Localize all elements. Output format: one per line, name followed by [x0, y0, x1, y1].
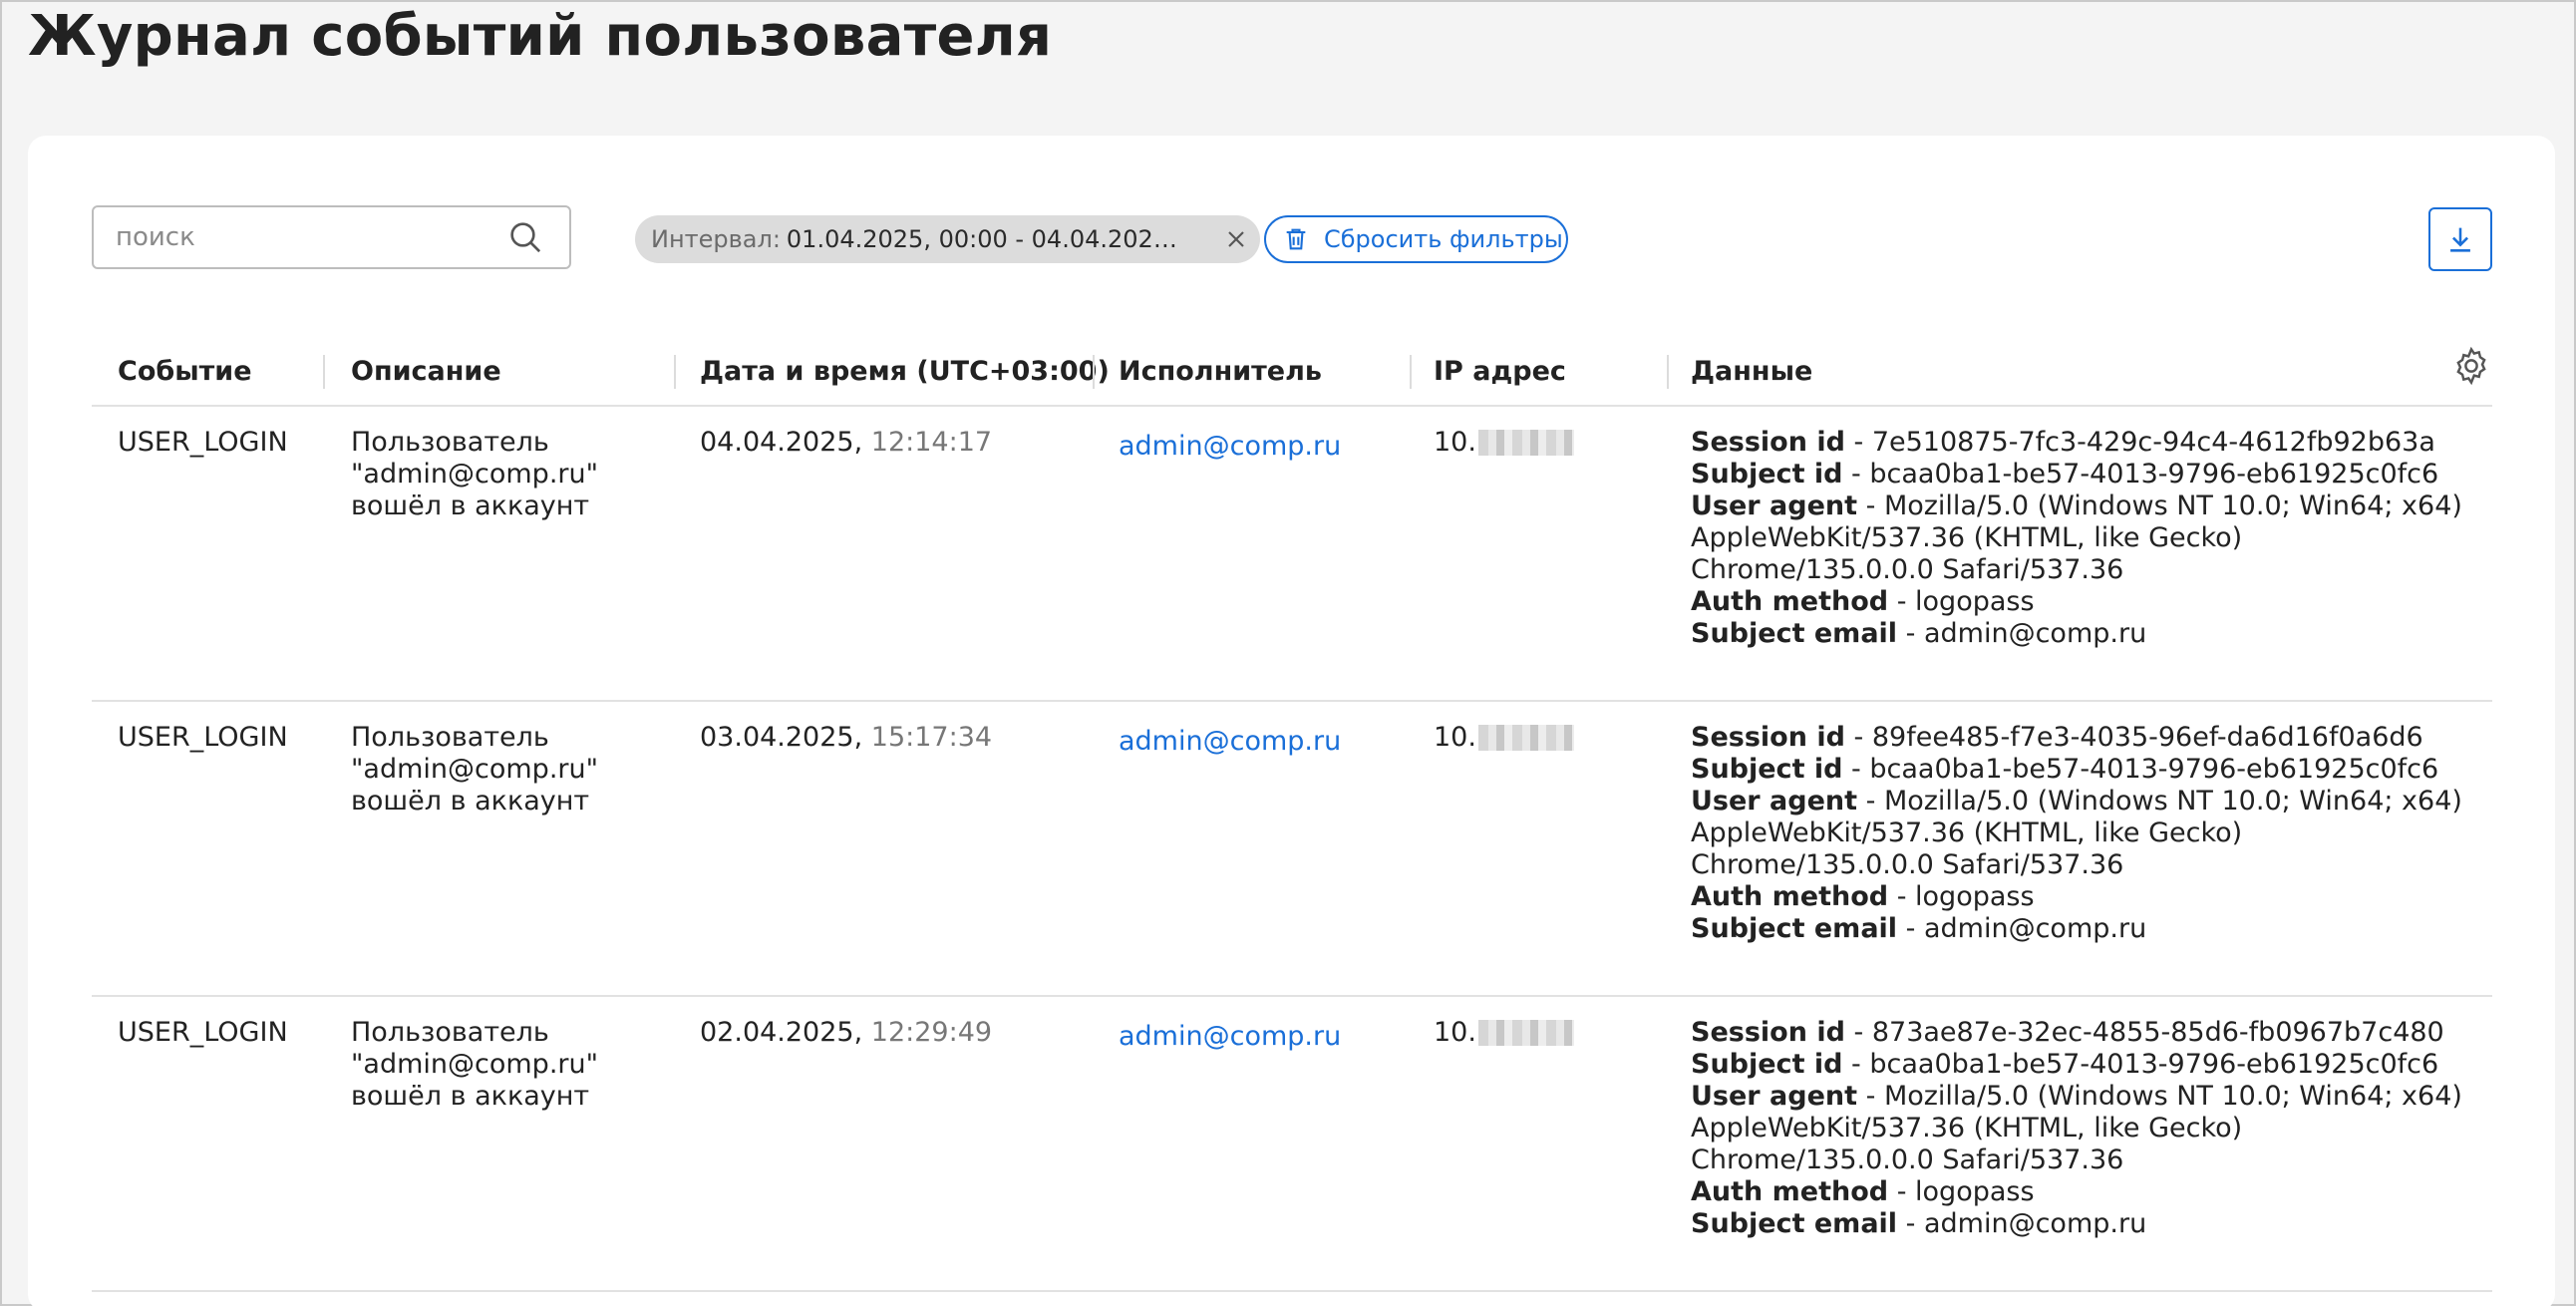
event-date: 02.04.2025, [700, 1017, 863, 1048]
user-agent: User agent - Mozilla/5.0 (Windows NT 10.… [1691, 490, 2462, 585]
event-description: Пользователь "admin@comp.ru" вошёл в акк… [351, 722, 599, 816]
column-divider[interactable] [1410, 355, 1412, 389]
column-header-description[interactable]: Описание [351, 335, 501, 407]
reset-filters-label: Сбросить фильтры [1324, 225, 1563, 253]
ip-redacted [1477, 725, 1574, 751]
event-data: Session id - 89fee485-f7e3-4035-96ef-da6… [1691, 722, 2492, 945]
subject-id: Subject id - bcaa0ba1-be57-4013-9796-eb6… [1691, 459, 2439, 490]
user-agent: User agent - Mozilla/5.0 (Windows NT 10.… [1691, 1081, 2462, 1175]
subject-id: Subject id - bcaa0ba1-be57-4013-9796-eb6… [1691, 1049, 2439, 1080]
events-card: Интервал: 01.04.2025, 00:00 - 04.04.2025… [28, 136, 2555, 1306]
gear-icon[interactable] [2450, 345, 2492, 387]
column-header-event[interactable]: Событие [118, 335, 252, 407]
event-description: Пользователь "admin@comp.ru" вошёл в акк… [351, 1017, 599, 1112]
user-agent: User agent - Mozilla/5.0 (Windows NT 10.… [1691, 786, 2462, 880]
download-button[interactable] [2428, 207, 2492, 271]
ip-address: 10. [1434, 427, 1574, 459]
interval-filter-value: 01.04.2025, 00:00 - 04.04.2025, 2... [786, 225, 1185, 253]
event-type: USER_LOGIN [118, 427, 288, 458]
auth-method: Auth method - logopass [1691, 881, 2035, 912]
column-header-data[interactable]: Данные [1691, 335, 1812, 407]
close-icon[interactable] [1222, 225, 1250, 253]
ip-address: 10. [1434, 722, 1574, 754]
subject-email: Subject email - admin@comp.ru [1691, 618, 2147, 649]
column-divider[interactable] [1667, 355, 1669, 389]
column-header-ip[interactable]: IP адрес [1434, 335, 1566, 407]
column-header-actor[interactable]: Исполнитель [1119, 335, 1322, 407]
auth-method: Auth method - logopass [1691, 1176, 2035, 1207]
subject-id: Subject id - bcaa0ba1-be57-4013-9796-eb6… [1691, 754, 2439, 785]
event-time: 12:29:49 [870, 1017, 993, 1048]
table-row[interactable]: USER_LOGIN Пользователь "admin@comp.ru" … [92, 702, 2492, 997]
event-time: 12:14:17 [870, 427, 993, 458]
column-divider[interactable] [674, 355, 676, 389]
event-date: 03.04.2025, [700, 722, 863, 753]
session-id: Session id - 89fee485-f7e3-4035-96ef-da6… [1691, 722, 2423, 753]
event-type: USER_LOGIN [118, 1017, 288, 1048]
column-header-datetime[interactable]: Дата и время (UTC+03:00) [700, 335, 1110, 407]
download-icon [2450, 227, 2470, 252]
column-divider[interactable] [1093, 355, 1095, 389]
table-header: Событие Описание Дата и время (UTC+03:00… [92, 335, 2492, 407]
ip-prefix: 10. [1434, 1017, 1476, 1048]
interval-filter-chip[interactable]: Интервал: 01.04.2025, 00:00 - 04.04.2025… [635, 215, 1260, 263]
event-description: Пользователь "admin@comp.ru" вошёл в акк… [351, 427, 599, 521]
reset-filters-button[interactable]: Сбросить фильтры [1264, 215, 1568, 263]
actor-link[interactable]: admin@comp.ru [1119, 1021, 1341, 1053]
event-type: USER_LOGIN [118, 722, 288, 753]
session-id: Session id - 7e510875-7fc3-429c-94c4-461… [1691, 427, 2435, 458]
page-title: Журнал событий пользователя [28, 4, 1053, 69]
actor-link[interactable]: admin@comp.ru [1119, 431, 1341, 463]
subject-email: Subject email - admin@comp.ru [1691, 913, 2147, 944]
event-data: Session id - 7e510875-7fc3-429c-94c4-461… [1691, 427, 2492, 650]
event-data: Session id - 873ae87e-32ec-4855-85d6-fb0… [1691, 1017, 2492, 1240]
event-datetime: 03.04.2025, 15:17:34 [700, 722, 992, 754]
event-datetime: 04.04.2025, 12:14:17 [700, 427, 992, 459]
ip-redacted [1477, 430, 1574, 456]
trash-icon [1286, 228, 1306, 250]
auth-method: Auth method - logopass [1691, 586, 2035, 617]
column-divider[interactable] [323, 355, 325, 389]
ip-prefix: 10. [1434, 427, 1476, 458]
table-row[interactable]: USER_LOGIN Пользователь "admin@comp.ru" … [92, 407, 2492, 702]
actor-link[interactable]: admin@comp.ru [1119, 726, 1341, 758]
event-time: 15:17:34 [870, 722, 993, 753]
search-icon[interactable] [505, 217, 545, 257]
event-date: 04.04.2025, [700, 427, 863, 458]
search-input[interactable] [94, 207, 505, 267]
ip-prefix: 10. [1434, 722, 1476, 753]
search-box[interactable] [92, 205, 571, 269]
session-id: Session id - 873ae87e-32ec-4855-85d6-fb0… [1691, 1017, 2444, 1048]
event-datetime: 02.04.2025, 12:29:49 [700, 1017, 992, 1049]
ip-address: 10. [1434, 1017, 1574, 1049]
interval-filter-label: Интервал: [651, 225, 781, 253]
ip-redacted [1477, 1020, 1574, 1046]
table-row[interactable]: USER_LOGIN Пользователь "admin@comp.ru" … [92, 997, 2492, 1292]
subject-email: Subject email - admin@comp.ru [1691, 1208, 2147, 1239]
